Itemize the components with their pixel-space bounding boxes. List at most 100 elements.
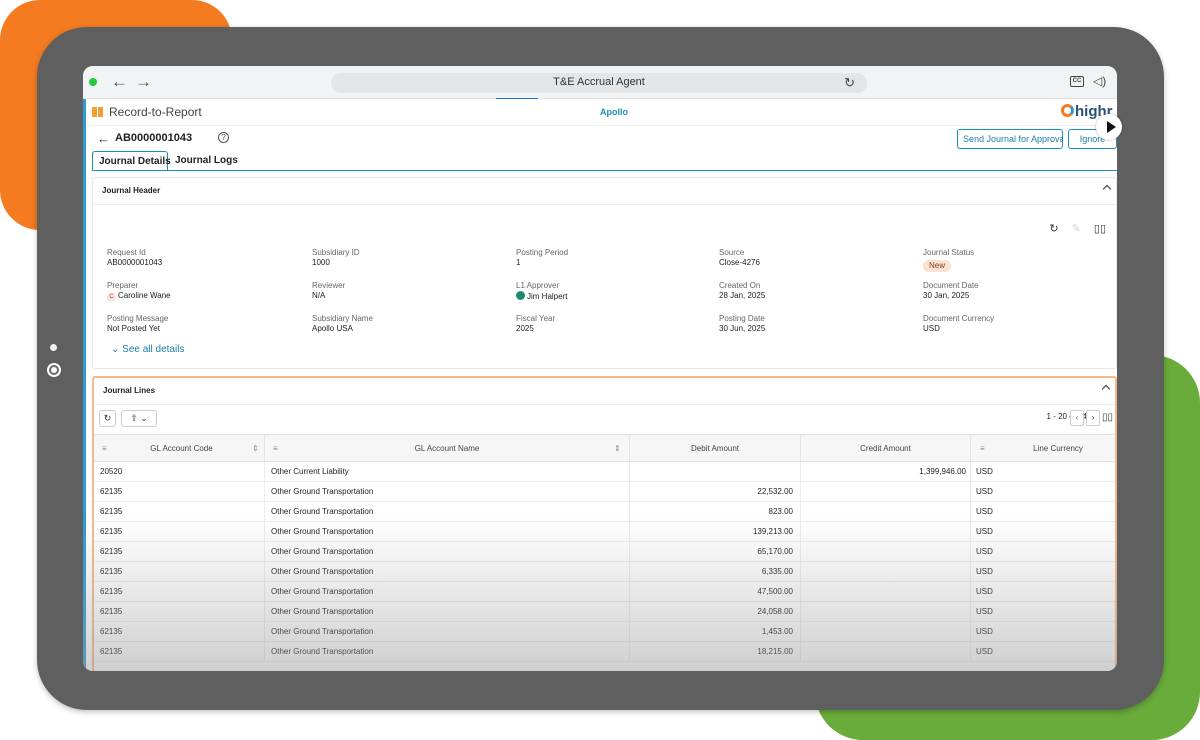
col-gl-account-code[interactable]: GL Account Code (114, 435, 249, 463)
field-subsidiary-name: Subsidiary Name Apollo USA (312, 314, 373, 334)
cell-currency: USD (976, 527, 993, 536)
table-row[interactable]: 62135 Other Ground Transportation 823.00 US… (94, 502, 1115, 522)
field-label: Document Currency (923, 314, 995, 323)
field-value: Caroline Wane (118, 291, 171, 300)
field-value: USD (923, 324, 940, 333)
see-all-label: See all details (122, 344, 185, 355)
col-credit-amount[interactable]: Credit Amount (800, 435, 970, 463)
cell-debit: 24,058.00 (757, 607, 793, 616)
field-value: 2025 (516, 324, 534, 333)
table-row[interactable]: 62135 Other Ground Transportation 65,170.0… (94, 542, 1115, 562)
field-value: 30 Jun, 2025 (719, 324, 766, 333)
field-posting-date: Posting Date 30 Jun, 2025 (719, 314, 765, 334)
table-row[interactable]: 62135 Other Ground Transportation 139,213.… (94, 522, 1115, 542)
grid-header: ≡ GL Account Code ⇕ ≡ GL Account Name ⇕ … (94, 434, 1115, 463)
back-arrow-icon[interactable]: ← (97, 131, 110, 146)
avatar (516, 291, 525, 300)
cell-currency: USD (976, 587, 993, 596)
cell-code: 62135 (100, 547, 123, 556)
field-created-on: Created On 28 Jan, 2025 (719, 281, 765, 301)
tenant-name[interactable]: Apollo (583, 107, 645, 117)
journal-header-panel: Journal Header ↻ ✎ ▯▯ Request Id AB000000… (92, 177, 1117, 369)
chevron-up-icon[interactable] (1101, 383, 1111, 393)
app-brand-name: Record-to-Report (109, 105, 202, 119)
cell-code: 62135 (100, 487, 123, 496)
send-for-approval-button[interactable]: Send Journal for Approval (957, 129, 1063, 149)
browser-toolbar: ← → T&E Accrual Agent ↻ CC ◁) (83, 66, 1117, 100)
field-subsidiary-id: Subsidiary ID 1000 (312, 248, 360, 268)
refresh-icon[interactable]: ↻ (1049, 223, 1058, 235)
cell-name: Other Ground Transportation (271, 567, 374, 576)
field-label: Created On (719, 281, 761, 290)
sort-icon[interactable]: ⇕ (252, 435, 259, 463)
reload-icon[interactable]: ↻ (844, 75, 855, 91)
field-document-currency: Document Currency USD (923, 314, 994, 334)
chevron-down-icon: ⌄ (111, 344, 120, 355)
field-label: Journal Status (923, 248, 975, 257)
volume-icon[interactable]: ◁) (1093, 74, 1106, 88)
field-value: Apollo USA (312, 324, 353, 333)
table-row[interactable]: 62135 Other Ground Transportation 22,532.0… (94, 482, 1115, 502)
field-document-date: Document Date 30 Jan, 2025 (923, 281, 979, 301)
play-icon[interactable] (1096, 114, 1122, 140)
columns-icon[interactable]: ▯▯ (1102, 412, 1113, 423)
cell-name: Other Ground Transportation (271, 627, 374, 636)
edit-icon[interactable]: ✎ (1072, 223, 1081, 235)
field-value: 1 (516, 258, 521, 267)
cell-name: Other Ground Transportation (271, 507, 374, 516)
prev-page-icon[interactable]: ‹ (1070, 410, 1084, 426)
field-l1-approver: L1 Approver Jim Halpert (516, 281, 567, 302)
logo-mark-icon (1061, 104, 1074, 117)
refresh-icon[interactable]: ↻ (99, 410, 116, 427)
field-fiscal-year: Fiscal Year 2025 (516, 314, 555, 334)
table-row[interactable]: 62135 Other Ground Transportation 1,453.00… (94, 622, 1115, 642)
help-icon[interactable]: ? (218, 132, 229, 143)
tab-journal-details[interactable]: Journal Details (92, 151, 171, 171)
field-value: Close-4276 (719, 258, 760, 267)
field-label: Subsidiary ID (312, 248, 360, 257)
cell-currency: USD (976, 507, 993, 516)
filter-icon[interactable]: ≡ (102, 435, 107, 463)
arrow-left-icon[interactable]: ← (111, 72, 128, 92)
arrow-right-icon[interactable]: → (135, 72, 152, 92)
cell-currency: USD (976, 607, 993, 616)
window-control-dot[interactable] (89, 78, 97, 86)
cell-debit: 47,500.00 (757, 587, 793, 596)
col-debit-amount[interactable]: Debit Amount (629, 435, 800, 463)
col-gl-account-name[interactable]: GL Account Name (264, 435, 629, 463)
field-value: AB0000001043 (107, 258, 163, 267)
next-page-icon[interactable]: › (1086, 410, 1100, 426)
cell-currency: USD (976, 567, 993, 576)
cell-code: 62135 (100, 607, 123, 616)
sort-icon[interactable]: ⇕ (614, 435, 621, 463)
field-journal-status: Journal Status New (923, 248, 974, 272)
panel-divider (94, 404, 1115, 405)
table-row[interactable]: 62135 Other Ground Transportation 6,335.00… (94, 562, 1115, 582)
cell-debit: 823.00 (768, 507, 793, 516)
columns-icon[interactable]: ▯▯ (1094, 223, 1106, 235)
chevron-up-icon[interactable] (1102, 183, 1112, 193)
address-bar[interactable]: T&E Accrual Agent ↻ (331, 73, 867, 93)
see-all-details-link[interactable]: ⌄ See all details (111, 344, 184, 355)
cell-debit: 139,213.00 (752, 527, 793, 536)
cell-currency: USD (976, 647, 993, 656)
table-row[interactable]: 20520 Other Current Liability 1,399,946.00… (94, 462, 1115, 482)
field-label: Fiscal Year (516, 314, 556, 323)
table-row[interactable]: 62135 Other Ground Transportation 24,058.0… (94, 602, 1115, 622)
field-label: Preparer (107, 281, 139, 290)
cell-debit: 18,215.00 (757, 647, 793, 656)
table-row[interactable]: 62135 Other Ground Transportation 47,500.0… (94, 582, 1115, 602)
field-posting-period: Posting Period 1 (516, 248, 568, 268)
journal-lines-title: Journal Lines (103, 386, 156, 395)
cell-name: Other Ground Transportation (271, 607, 374, 616)
export-icon[interactable]: ⇧ ⌄ (121, 410, 157, 427)
tab-journal-logs[interactable]: Journal Logs (169, 151, 239, 171)
home-button (49, 365, 59, 375)
cell-name: Other Ground Transportation (271, 647, 374, 656)
cell-name: Other Current Liability (271, 467, 349, 476)
camera-dot (50, 344, 57, 351)
field-label: Reviewer (312, 281, 346, 290)
captions-icon[interactable]: CC (1070, 76, 1084, 87)
table-row[interactable]: 62135 Other Ground Transportation 18,215.0… (94, 642, 1115, 662)
col-line-currency[interactable]: Line Currency (970, 435, 1115, 463)
